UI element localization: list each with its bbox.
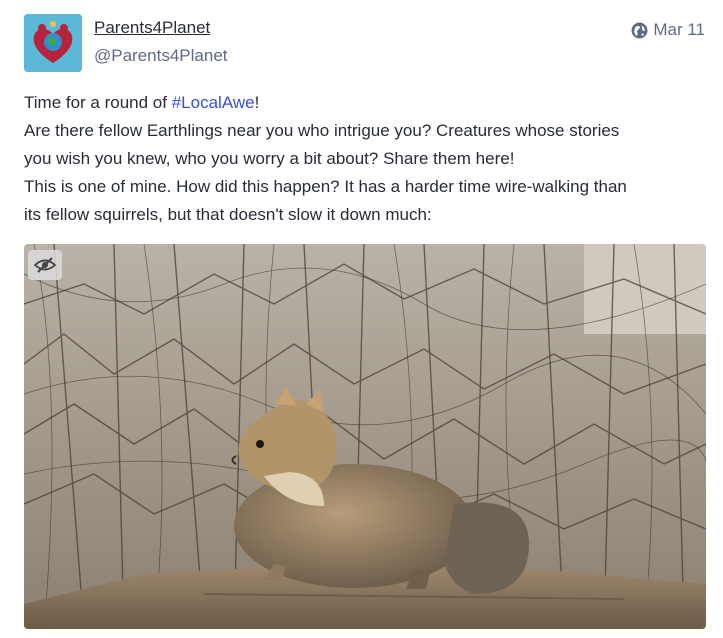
content-line-5: its fellow squirrels, but that doesn't s… xyxy=(24,205,432,224)
status-timestamp[interactable]: Mar 11 xyxy=(631,19,705,41)
status-content: Time for a round of #LocalAwe! Are there… xyxy=(24,89,714,229)
content-line-2: Are there fellow Earthlings near you who… xyxy=(24,121,620,140)
hashtag-link[interactable]: #LocalAwe xyxy=(172,93,255,112)
media-attachment[interactable] xyxy=(24,244,706,629)
timestamp-label: Mar 11 xyxy=(653,20,705,39)
eye-slash-icon xyxy=(34,256,56,274)
content-line-1: Time for a round of #LocalAwe! xyxy=(24,89,714,117)
display-name[interactable]: Parents4Planet xyxy=(94,17,210,39)
content-text: Time for a round of xyxy=(24,93,172,112)
status-card: Parents4Planet @Parents4Planet Mar 11 Ti… xyxy=(0,0,723,638)
avatar[interactable] xyxy=(24,14,82,72)
account-handle: @Parents4Planet xyxy=(94,46,228,65)
squirrel-photo xyxy=(24,244,706,629)
content-text: ! xyxy=(254,93,260,112)
globe-icon xyxy=(631,22,648,39)
content-line-3: you wish you knew, who you worry a bit a… xyxy=(24,149,515,168)
content-line-4: This is one of mine. How did this happen… xyxy=(24,177,627,196)
hide-media-button[interactable] xyxy=(28,250,62,280)
parents4planet-logo xyxy=(24,14,82,72)
